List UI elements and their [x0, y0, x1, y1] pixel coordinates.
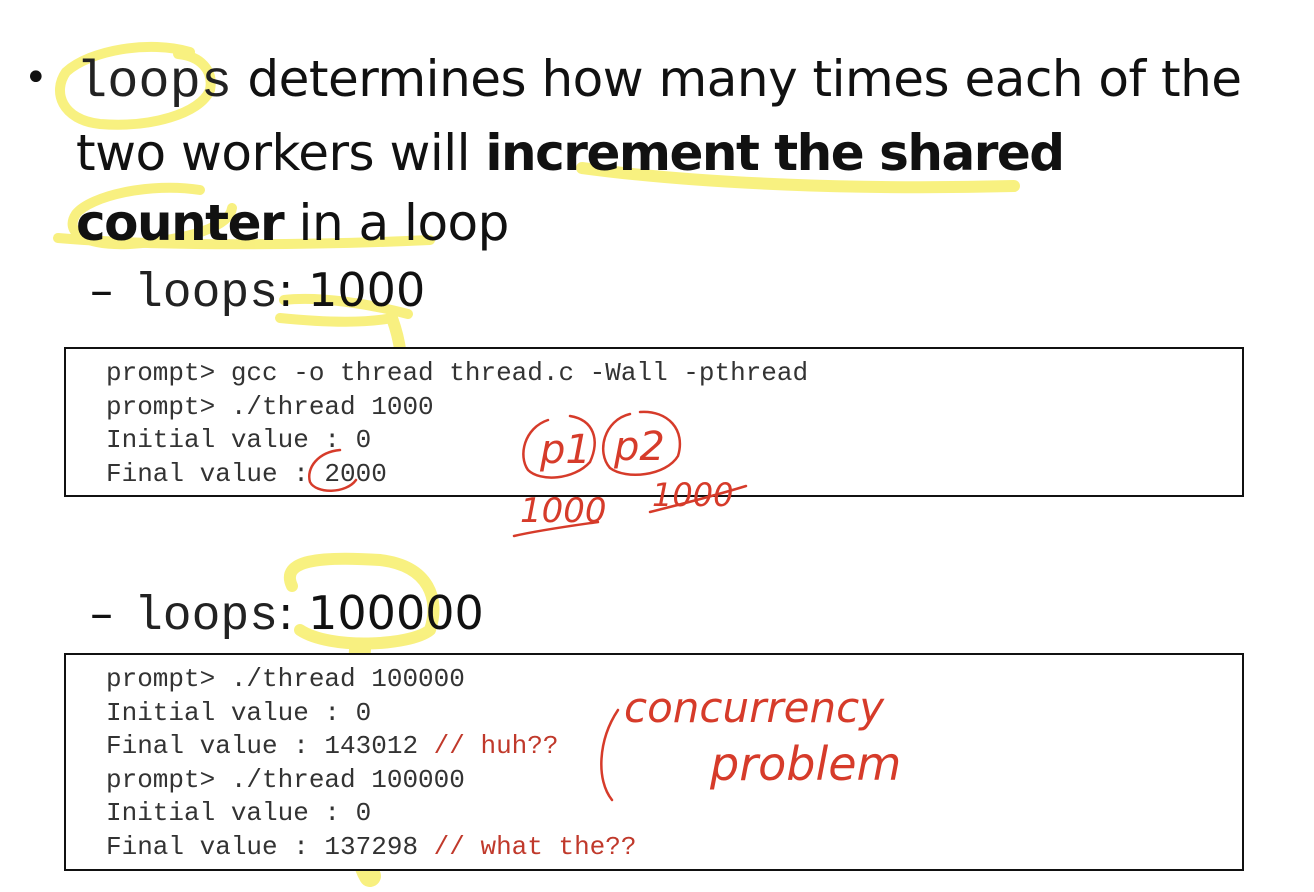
sub-bullet-1000: – loops: 1000	[90, 262, 425, 322]
code-line: prompt> gcc -o thread thread.c -Wall -pt…	[106, 358, 809, 388]
sub-value: : 100000	[278, 586, 484, 640]
sub-dash: –	[90, 586, 113, 640]
code-line: prompt> ./thread 100000	[106, 664, 465, 694]
code-line: Initial value : 0	[106, 425, 372, 456]
code-line: prompt> ./thread 100000	[106, 764, 465, 795]
sub-bullet-100000: – loops: 100000	[90, 585, 484, 645]
code-line: prompt> ./thread 1000	[106, 391, 434, 422]
bullet-text-b: in a loop	[283, 194, 510, 252]
code-line: Initial value : 0	[106, 697, 372, 728]
code-line: Final value : 143012 // huh??	[106, 731, 559, 762]
code-comment: // huh??	[433, 731, 559, 762]
code-comment: // what the??	[433, 831, 637, 862]
ink-p1-count: 1000	[520, 491, 607, 531]
sub-dash: –	[90, 263, 113, 317]
sub-value: : 1000	[278, 263, 426, 317]
code-line: Final value : 2000	[106, 458, 387, 489]
ink-underline-1000	[512, 520, 600, 538]
code-line: Final value : 137298 // what the??	[106, 831, 637, 862]
code-block-2: prompt> ./thread 100000 Initial value : …	[64, 653, 1244, 871]
slide: • loops determines how many times each o…	[0, 0, 1314, 892]
code-block-1: prompt> gcc -o thread thread.c -Wall -pt…	[64, 347, 1244, 497]
main-bullet-text: loops determines how many times each of …	[76, 44, 1256, 258]
bullet-dot: •	[24, 55, 48, 101]
sub-code: loops	[134, 267, 279, 321]
code-line: Initial value : 0	[106, 798, 372, 829]
code-word-loops: loops	[76, 53, 233, 112]
sub-code: loops	[134, 590, 279, 644]
